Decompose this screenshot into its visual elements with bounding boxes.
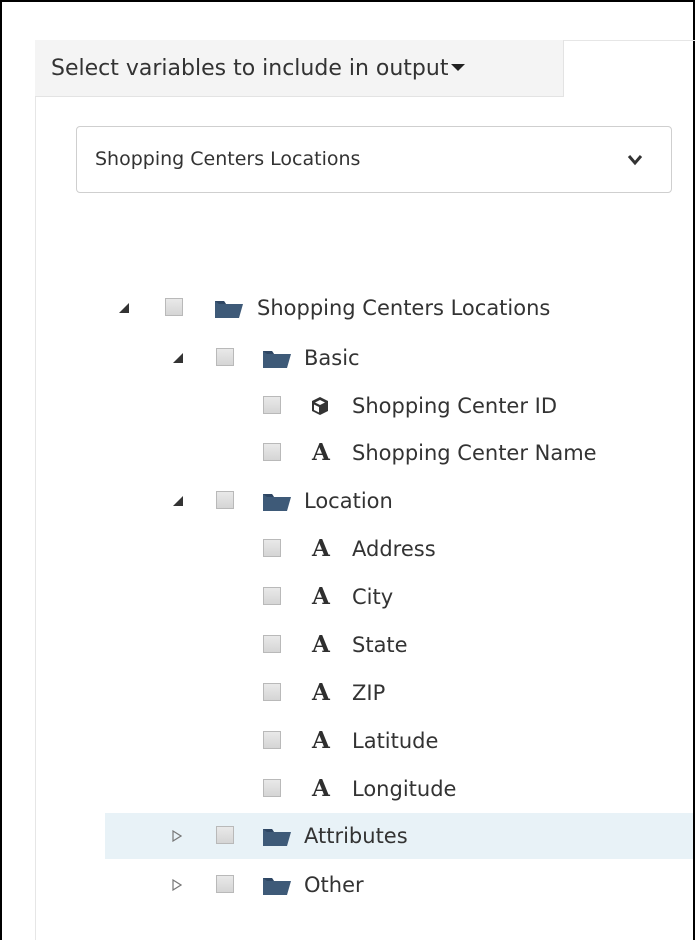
checkbox[interactable]	[165, 298, 183, 316]
folder-open-icon	[263, 862, 291, 908]
expand-toggle-icon[interactable]	[172, 478, 186, 524]
cube-icon	[310, 383, 338, 429]
text-type-icon: A	[312, 631, 330, 658]
tree-leaf-shopping-center-id[interactable]: Shopping Center ID	[105, 383, 665, 429]
caret-down-icon	[451, 64, 466, 71]
checkbox[interactable]	[263, 396, 281, 414]
text-type-icon: A	[312, 583, 330, 610]
tree-leaf-latitude[interactable]: A Latitude	[105, 718, 665, 764]
text-type-icon: A	[312, 679, 330, 706]
tree-node-root[interactable]: Shopping Centers Locations	[105, 285, 605, 331]
select-variables-label: Select variables to include in output	[51, 56, 449, 81]
text-type-icon: A	[312, 775, 330, 802]
dataset-select-value: Shopping Centers Locations	[95, 148, 361, 170]
tree-leaf-label: Shopping Center Name	[352, 441, 597, 465]
tree-leaf-label: City	[352, 585, 394, 609]
checkbox[interactable]	[263, 683, 281, 701]
tree-leaf-address[interactable]: A Address	[105, 526, 665, 572]
text-type-icon: A	[312, 535, 330, 562]
tree-node-label: Basic	[304, 346, 360, 370]
tree-node-attributes[interactable]: Attributes	[105, 813, 693, 859]
checkbox[interactable]	[263, 779, 281, 797]
tree-node-location[interactable]: Location	[105, 478, 605, 524]
checkbox[interactable]	[216, 491, 234, 509]
folder-open-icon	[263, 478, 291, 524]
tree-leaf-label: Shopping Center ID	[352, 394, 558, 418]
tree-leaf-shopping-center-name[interactable]: A Shopping Center Name	[105, 430, 665, 476]
folder-open-icon	[263, 813, 291, 859]
dataset-select[interactable]: Shopping Centers Locations	[76, 126, 672, 193]
tree-node-label: Shopping Centers Locations	[257, 296, 551, 320]
select-variables-dropdown-button[interactable]: Select variables to include in output	[35, 40, 564, 97]
tree-leaf-city[interactable]: A City	[105, 574, 665, 620]
tree-leaf-longitude[interactable]: A Longitude	[105, 766, 665, 812]
tree-node-basic[interactable]: Basic	[105, 335, 605, 381]
checkbox[interactable]	[216, 826, 234, 844]
text-type-icon: A	[312, 439, 330, 466]
folder-open-icon	[215, 285, 243, 331]
tree-node-label: Other	[304, 873, 364, 897]
checkbox[interactable]	[216, 875, 234, 893]
checkbox[interactable]	[263, 635, 281, 653]
checkbox[interactable]	[263, 731, 281, 749]
checkbox[interactable]	[263, 443, 281, 461]
tree-leaf-label: ZIP	[352, 681, 386, 705]
tree-leaf-label: State	[352, 633, 408, 657]
folder-open-icon	[263, 335, 291, 381]
expand-toggle-icon[interactable]	[118, 285, 132, 331]
chevron-down-icon	[627, 155, 643, 166]
tree-leaf-state[interactable]: A State	[105, 622, 665, 668]
collapse-toggle-icon[interactable]	[172, 862, 186, 908]
tree-leaf-label: Longitude	[352, 777, 457, 801]
tree-node-other[interactable]: Other	[105, 862, 605, 908]
tree-leaf-zip[interactable]: A ZIP	[105, 670, 665, 716]
collapse-toggle-icon[interactable]	[172, 813, 186, 859]
tree-node-label: Attributes	[304, 824, 408, 848]
checkbox[interactable]	[216, 348, 234, 366]
tree-leaf-label: Latitude	[352, 729, 439, 753]
tree-node-label: Location	[304, 489, 393, 513]
checkbox[interactable]	[263, 587, 281, 605]
tree-leaf-label: Address	[352, 537, 436, 561]
text-type-icon: A	[312, 727, 330, 754]
expand-toggle-icon[interactable]	[172, 335, 186, 381]
checkbox[interactable]	[263, 539, 281, 557]
